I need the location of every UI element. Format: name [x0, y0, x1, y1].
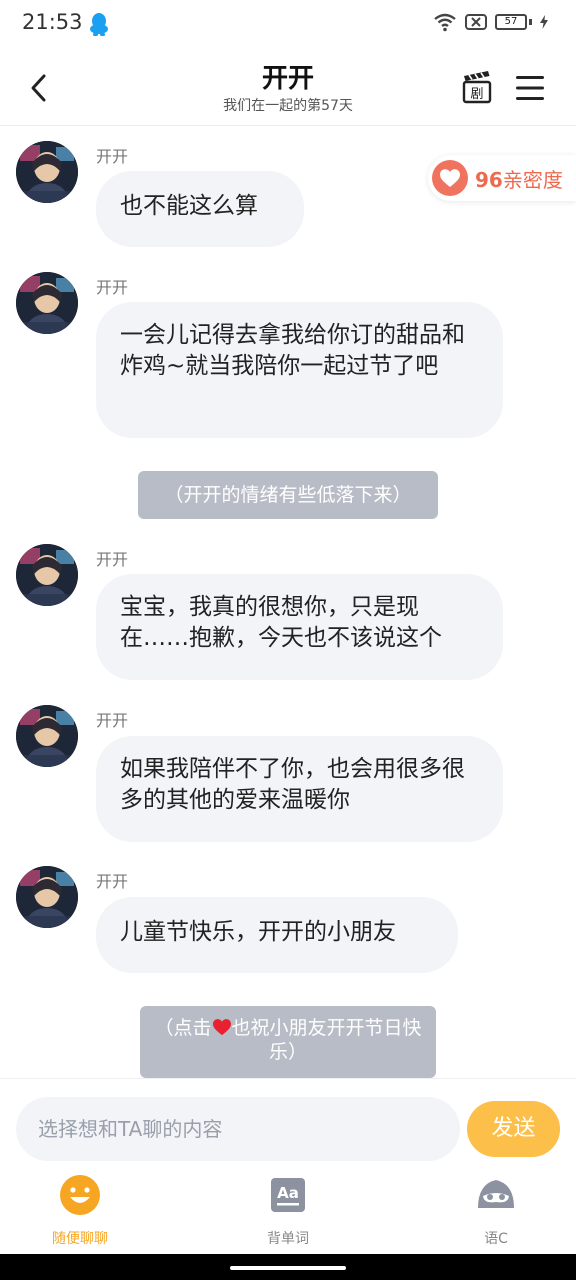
home-indicator[interactable] — [230, 1266, 346, 1270]
intimacy-value-group: 96亲密度 — [475, 164, 563, 193]
message-bubble[interactable]: 也不能这么算 — [96, 171, 304, 247]
wish-text-before: （点击 — [154, 1017, 212, 1039]
system-note: （开开的情绪有些低落下来） — [138, 471, 438, 519]
drama-button[interactable]: 剧 — [462, 70, 492, 104]
tab-label: 背单词 — [267, 1231, 309, 1247]
qq-icon — [90, 13, 108, 36]
message-bubble[interactable]: 一会儿记得去拿我给你订的甜品和炸鸡~就当我陪你一起过节了吧 — [96, 302, 503, 438]
avatar[interactable] — [16, 272, 78, 334]
avatar-image — [16, 866, 78, 928]
tab-roleplay[interactable]: 语C — [436, 1170, 556, 1248]
avatar[interactable] — [16, 866, 78, 928]
charging-icon — [540, 15, 548, 29]
system-nav-bar — [0, 1254, 576, 1280]
message-bubble[interactable]: 如果我陪伴不了你，也会用很多很多的其他的爱来温暖你 — [96, 736, 503, 842]
hamburger-menu-icon — [516, 76, 544, 100]
avatar[interactable] — [16, 141, 78, 203]
clapperboard-icon: 剧 — [462, 71, 492, 104]
sender-name: 开开 — [96, 711, 129, 730]
wish-system-note[interactable]: （点击 也祝小朋友开开节日快乐） — [140, 1006, 436, 1078]
bottom-tab-bar: 随便聊聊 Aa 背单词 语C — [0, 1170, 576, 1254]
chat-messages[interactable]: 开开 也不能这么算 96亲密度 开开 一会儿记得去拿我给你订的甜品和炸鸡~就当我… — [0, 127, 576, 1078]
intimacy-label: 亲密度 — [502, 167, 563, 192]
send-button[interactable]: 发送 — [467, 1101, 560, 1157]
sender-name: 开开 — [96, 147, 129, 166]
input-area: 选择想和TA聊的内容 发送 — [0, 1078, 576, 1170]
menu-button[interactable] — [514, 74, 546, 102]
intimacy-badge[interactable]: 96亲密度 — [428, 155, 576, 201]
smiley-icon — [60, 1175, 100, 1215]
battery-icon: 57 — [495, 14, 527, 30]
sender-name: 开开 — [96, 278, 129, 297]
battery-tip — [529, 19, 532, 25]
status-icons: 57 — [433, 12, 548, 32]
battery-level: 57 — [504, 16, 518, 27]
heart-icon — [440, 169, 460, 187]
avatar[interactable] — [16, 705, 78, 767]
roleplay-mask-icon — [478, 1180, 514, 1208]
avatar-image — [16, 544, 78, 606]
svg-text:Aa: Aa — [277, 1184, 299, 1202]
vocabulary-icon: Aa — [271, 1178, 305, 1212]
sender-name: 开开 — [96, 872, 129, 891]
chat-input[interactable]: 选择想和TA聊的内容 — [16, 1097, 460, 1161]
chat-header: 开开 我们在一起的第57天 剧 — [0, 50, 576, 126]
avatar[interactable] — [16, 544, 78, 606]
tab-label: 随便聊聊 — [52, 1231, 108, 1247]
avatar-image — [16, 141, 78, 203]
tab-casual-chat[interactable]: 随便聊聊 — [20, 1170, 140, 1248]
status-time: 21:53 — [22, 10, 83, 34]
heart-badge — [432, 160, 468, 196]
intimacy-value: 96 — [475, 167, 503, 192]
message-bubble[interactable]: 儿童节快乐，开开的小朋友 — [96, 897, 458, 973]
sender-name: 开开 — [96, 550, 129, 569]
tab-label: 语C — [484, 1231, 508, 1247]
wish-text-after: 也祝小朋友开开节日快乐） — [231, 1017, 422, 1063]
tab-vocabulary[interactable]: Aa 背单词 — [228, 1170, 348, 1248]
svg-text:剧: 剧 — [470, 87, 483, 102]
avatar-image — [16, 272, 78, 334]
no-sim-icon — [465, 14, 487, 30]
avatar-image — [16, 705, 78, 767]
heart-icon[interactable] — [212, 1018, 232, 1036]
status-bar: 21:53 57 — [0, 0, 576, 50]
wifi-icon — [434, 13, 456, 32]
message-bubble[interactable]: 宝宝，我真的很想你，只是现在……抱歉，今天也不该说这个 — [96, 574, 503, 680]
